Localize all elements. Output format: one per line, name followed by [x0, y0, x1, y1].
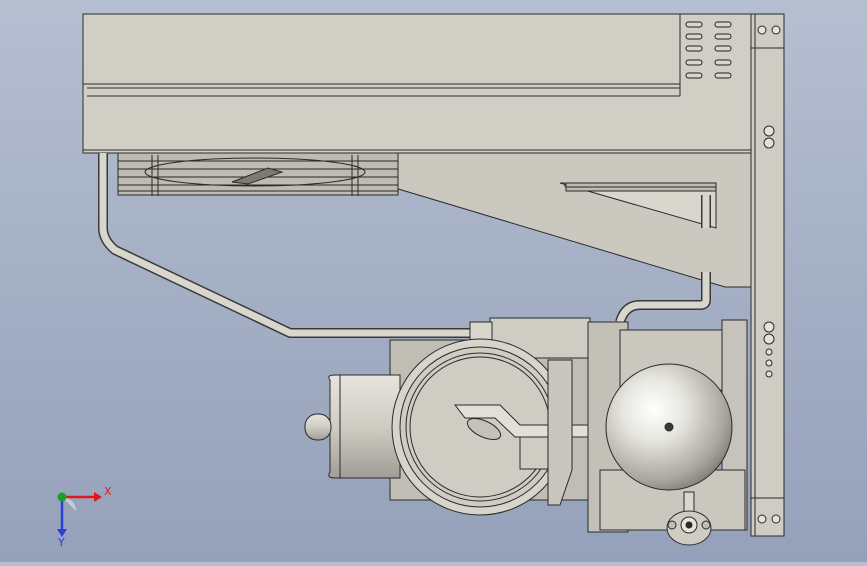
x-axis-label: X: [104, 485, 112, 498]
rail-guard: [565, 182, 717, 192]
mounting-frame[interactable]: [750, 13, 785, 537]
receiver-tank[interactable]: [605, 363, 733, 491]
x-axis-arrowhead: [94, 492, 102, 502]
condenser-housing[interactable]: [82, 13, 752, 154]
cad-viewport[interactable]: X Y: [0, 0, 867, 562]
y-axis-dot: [57, 492, 67, 502]
fan-guard[interactable]: [117, 152, 399, 196]
refrigeration-unit-model[interactable]: [0, 0, 867, 562]
y-axis-label: Y: [57, 536, 65, 549]
coordinate-triad-icon: X Y: [57, 485, 112, 549]
support-bracket[interactable]: [394, 152, 752, 288]
